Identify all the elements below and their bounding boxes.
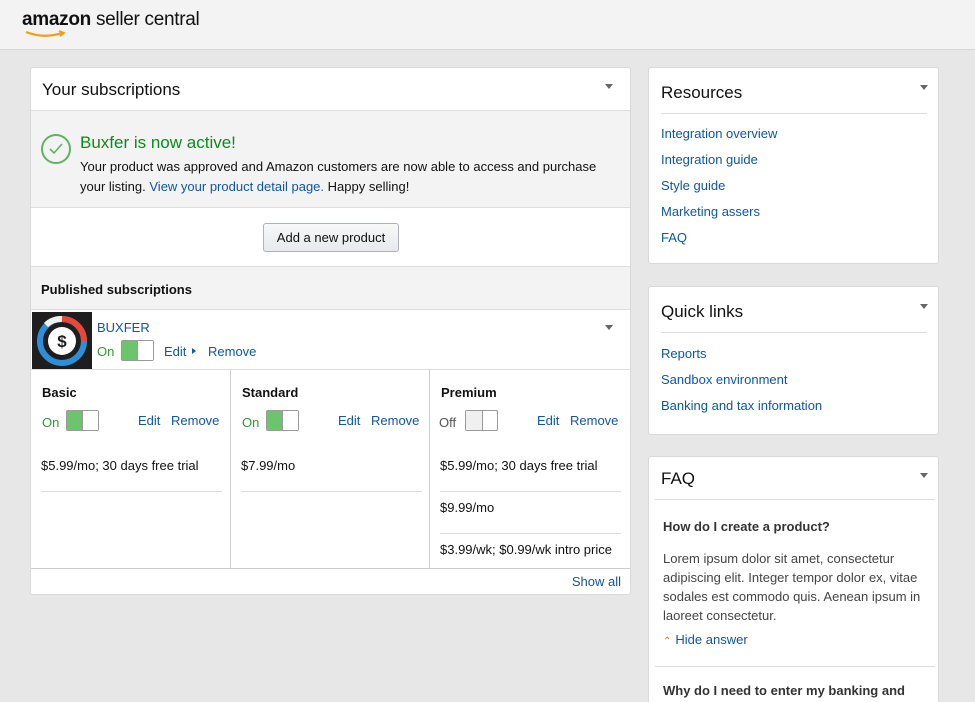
caret-down-icon[interactable] [920,304,928,309]
chevron-up-icon: ⌃ [663,636,672,647]
published-subscriptions-header: Published subscriptions [31,266,630,310]
tier-remove-link[interactable]: Remove [371,413,419,428]
resource-link[interactable]: Integration overview [661,126,777,141]
resource-link[interactable]: Style guide [661,178,725,193]
quick-link[interactable]: Banking and tax information [661,398,822,413]
resources-card: Resources Integration overview Integrati… [648,67,939,264]
faq-answer: Lorem ipsum dolor sit amet, consectetur … [663,551,921,623]
quick-link[interactable]: Reports [661,346,707,361]
tier-basic: Basic On Edit Remove $5.99/mo; 30 days f… [31,370,231,568]
tier-name: Premium [441,385,497,400]
tier-price: $5.99/mo; 30 days free trial [440,450,621,492]
faq-card: FAQ How do I create a product? Lorem ips… [648,456,939,702]
tier-remove-link[interactable]: Remove [570,413,618,428]
tier-state: On [242,415,260,430]
tier-remove-link[interactable]: Remove [171,413,219,428]
product-toggle[interactable] [121,340,154,361]
show-all-row: Show all [31,568,630,594]
banner-text: Your product was approved and Amazon cus… [80,159,597,194]
chevron-right-icon [192,348,196,354]
check-circle-icon [41,134,71,164]
product-row: $ BUXFER On Edit Remove [31,311,630,370]
resource-link[interactable]: Integration guide [661,152,758,167]
tier-price: $5.99/mo; 30 days free trial [41,450,222,492]
quick-link[interactable]: Sandbox environment [661,372,787,387]
resource-link[interactable]: Marketing assers [661,204,760,219]
tier-standard: Standard On Edit Remove $7.99/mo [231,370,430,568]
buxfer-logo: $ [32,312,92,369]
seller-central-logo[interactable]: amazon seller central [22,9,200,37]
resources-title: Resources [661,83,743,102]
dollar-sign: $ [57,332,67,351]
divider [661,113,927,114]
tier-edit-link[interactable]: Edit [537,413,559,428]
published-subscriptions-label: Published subscriptions [41,282,192,297]
banner-title: Buxfer is now active! [80,133,236,152]
tier-price: $7.99/mo [241,450,422,492]
caret-down-icon[interactable] [920,85,928,90]
caret-down-icon[interactable] [605,84,613,89]
hide-answer-link[interactable]: ⌃ Hide answer [663,632,748,647]
resource-link[interactable]: FAQ [661,230,687,245]
faq-question[interactable]: Why do I need to enter my banking and [663,683,905,698]
divider [655,666,935,667]
amazon-smile-icon [25,30,66,37]
tier-state: On [42,415,60,430]
tier-state: Off [439,415,457,430]
tier-toggle[interactable] [266,410,299,431]
tier-toggle[interactable] [465,410,498,431]
add-product-button[interactable]: Add a new product [263,223,399,252]
tier-price: $9.99/mo [440,492,621,534]
quick-links-title: Quick links [661,302,744,321]
divider [655,499,935,500]
tier-name: Standard [242,385,299,400]
product-remove-link[interactable]: Remove [208,344,256,359]
tier-toggle[interactable] [66,410,99,431]
faq-title: FAQ [661,469,696,488]
caret-down-icon[interactable] [605,325,613,330]
faq-question[interactable]: How do I create a product? [663,519,830,534]
quick-links-card: Quick links Reports Sandbox environment … [648,286,939,435]
success-banner: Buxfer is now active! Your product was a… [31,110,630,208]
subscriptions-card: Your subscriptions Buxfer is now active!… [30,67,631,595]
tier-edit-link[interactable]: Edit [338,413,360,428]
divider [661,332,927,333]
tier-premium: Premium Off Edit Remove $5.99/mo; 30 day… [430,370,630,568]
product-detail-link[interactable]: View your product detail page. [149,179,324,194]
product-edit-link[interactable]: Edit [164,344,186,359]
subscriptions-title: Your subscriptions [42,80,181,99]
caret-down-icon[interactable] [920,473,928,478]
show-all-link[interactable]: Show all [572,574,621,589]
tier-name: Basic [42,385,77,400]
product-name-link[interactable]: BUXFER [97,320,150,335]
product-state-label: On [97,344,115,359]
tier-edit-link[interactable]: Edit [138,413,160,428]
top-bar: amazon seller central [0,0,975,50]
